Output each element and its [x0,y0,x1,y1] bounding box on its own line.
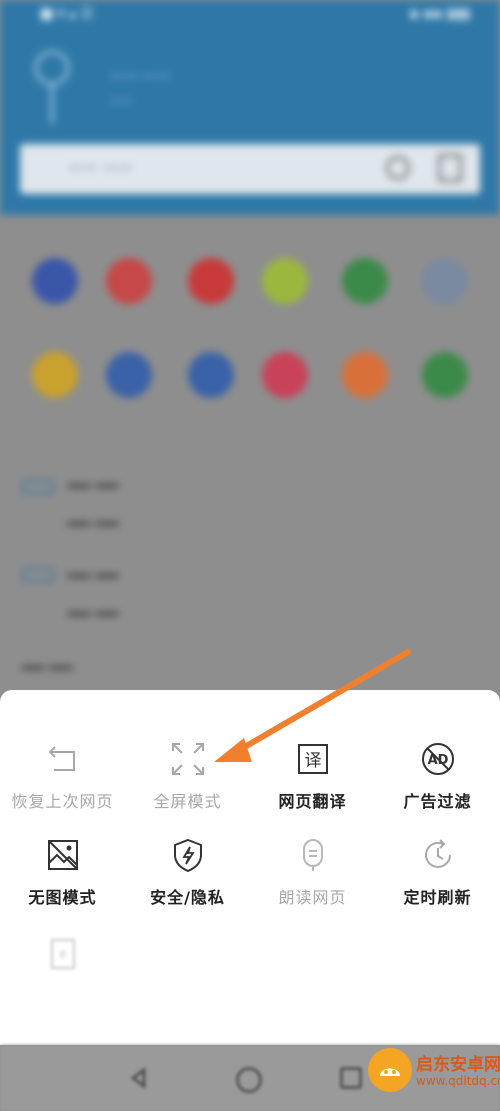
news-headline[interactable]: —— [66,598,122,628]
recent-apps-icon[interactable] [340,1067,362,1089]
translate-icon: 译 [298,744,328,774]
ad-block-icon: AD [422,743,454,775]
menu-item-label: 全屏模式 [153,792,222,811]
app-icon[interactable] [188,352,234,398]
search-placeholder: —— —— [68,158,133,176]
weather-title: —— —— [110,68,171,84]
app-icon[interactable] [188,258,234,304]
scan-icon[interactable] [438,154,462,182]
news-headline[interactable]: —— [20,652,76,682]
menu-item-restore[interactable]: 恢复上次网页 [0,730,125,820]
app-icon[interactable] [262,258,308,304]
page-header: ■ ▾ ▴ ☰ ▪ ▪▪ ▮▮▮ —— —— —— —— —— [0,0,500,215]
app-icon[interactable] [106,352,152,398]
menu-item-no-image[interactable]: 无图模式 [0,826,125,916]
menu-item-read-aloud[interactable]: 朗读网页 [250,826,375,916]
fullscreen-icon [172,743,204,775]
restore-arrow-icon [48,746,75,771]
watermark-logo-icon [380,1068,400,1076]
news-tag [22,568,54,582]
news-headline[interactable]: —— [66,560,122,590]
news-tag [22,480,54,494]
app-icon[interactable] [342,352,388,398]
weather-subtitle: —— [110,94,132,107]
no-image-icon [48,840,78,870]
menu-item-translate[interactable]: 译 网页翻译 [250,730,375,820]
tools-menu-sheet: 恢复上次网页 全屏模式 译 网页翻译 AD 广告过滤 无图模式 安全/隐私 朗读… [0,690,500,1045]
app-icon[interactable] [422,258,468,304]
weather-logo-icon [34,50,70,124]
watermark-logo [368,1048,412,1092]
menu-item-save-page[interactable]: e [0,926,125,1016]
save-page-icon: e [51,939,75,969]
menu-item-label: 网页翻译 [278,792,347,811]
menu-item-fullscreen[interactable]: 全屏模式 [125,730,250,820]
read-aloud-icon [303,839,323,871]
camera-icon[interactable] [386,156,410,180]
watermark-url: www.qdltdq.com [416,1074,500,1088]
app-icon[interactable] [106,258,152,304]
search-bar[interactable]: —— —— [20,144,480,194]
timer-refresh-icon [425,839,451,868]
menu-item-label: 安全/隐私 [150,888,225,907]
home-icon[interactable] [236,1067,262,1093]
menu-item-timer-refresh[interactable]: 定时刷新 [375,826,500,916]
menu-item-label: 定时刷新 [403,888,472,907]
menu-item-label: 无图模式 [28,888,97,907]
menu-item-security[interactable]: 安全/隐私 [125,826,250,916]
back-icon[interactable] [128,1067,150,1089]
menu-item-adblock[interactable]: AD 广告过滤 [375,730,500,820]
menu-item-label: 朗读网页 [278,888,347,907]
status-left: ■ ▾ ▴ ☰ [40,6,94,22]
app-icon[interactable] [262,352,308,398]
menu-item-label: 广告过滤 [403,792,472,811]
status-right: ▪ ▪▪ ▮▮▮ [409,6,470,22]
svg-text:译: 译 [305,751,322,771]
menu-item-label: 恢复上次网页 [11,792,114,811]
news-headline[interactable]: —— [66,470,122,500]
app-icon[interactable] [32,258,78,304]
app-icon[interactable] [342,258,388,304]
app-icon[interactable] [32,352,78,398]
shield-icon [174,838,202,873]
watermark: 启东安卓网 www.qdltdq.com [368,1044,500,1106]
background-webpage: ■ ▾ ▴ ☰ ▪ ▪▪ ▮▮▮ —— —— —— —— —— —— —— ——… [0,0,500,700]
svg-text:e: e [59,947,66,961]
watermark-name: 启东安卓网 [416,1055,500,1075]
app-icon[interactable] [422,352,468,398]
news-headline[interactable]: —— [66,508,122,538]
